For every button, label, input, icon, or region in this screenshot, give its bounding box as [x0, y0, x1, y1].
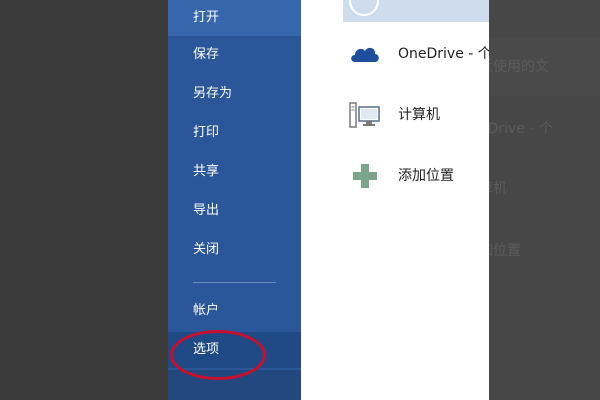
ghost-text: 算机 — [489, 181, 507, 197]
sidebar-item-share[interactable]: 共享 — [168, 154, 301, 190]
plus-icon — [353, 164, 377, 188]
place-label: OneDrive - 个 — [398, 46, 489, 62]
place-computer[interactable]: 计算机 — [301, 95, 489, 135]
place-onedrive[interactable]: OneDrive - 个 — [301, 34, 489, 74]
sidebar-item-save-as[interactable]: 另存为 — [168, 76, 301, 112]
sidebar-item-print[interactable]: 打印 — [168, 115, 301, 151]
ghost-text: 近使用的文 — [489, 59, 549, 75]
red-highlight-annotation — [170, 330, 266, 380]
sidebar-item-close[interactable]: 关闭 — [168, 232, 301, 268]
computer-icon — [349, 102, 380, 128]
sidebar-item-export[interactable]: 导出 — [168, 193, 301, 229]
cloud-icon — [351, 47, 379, 62]
place-label: 计算机 — [398, 107, 440, 123]
dimmed-backdrop-left — [0, 0, 168, 400]
ghost-text: eDrive - 个 — [489, 121, 553, 137]
place-label: 添加位置 — [398, 168, 454, 184]
sidebar-item-account[interactable]: 帐户 — [168, 293, 301, 329]
place-add-location[interactable]: 添加位置 — [301, 156, 489, 196]
places-panel: OneDrive - 个 计算机 添加位置 — [301, 0, 489, 400]
sidebar-item-open[interactable]: 打开 — [168, 0, 301, 36]
sidebar-item-save[interactable]: 保存 — [168, 37, 301, 73]
dimmed-backdrop-right: 近使用的文 eDrive - 个 算机 加位置 — [489, 0, 600, 400]
ghost-text: 加位置 — [489, 243, 521, 259]
sidebar-divider — [193, 282, 276, 283]
